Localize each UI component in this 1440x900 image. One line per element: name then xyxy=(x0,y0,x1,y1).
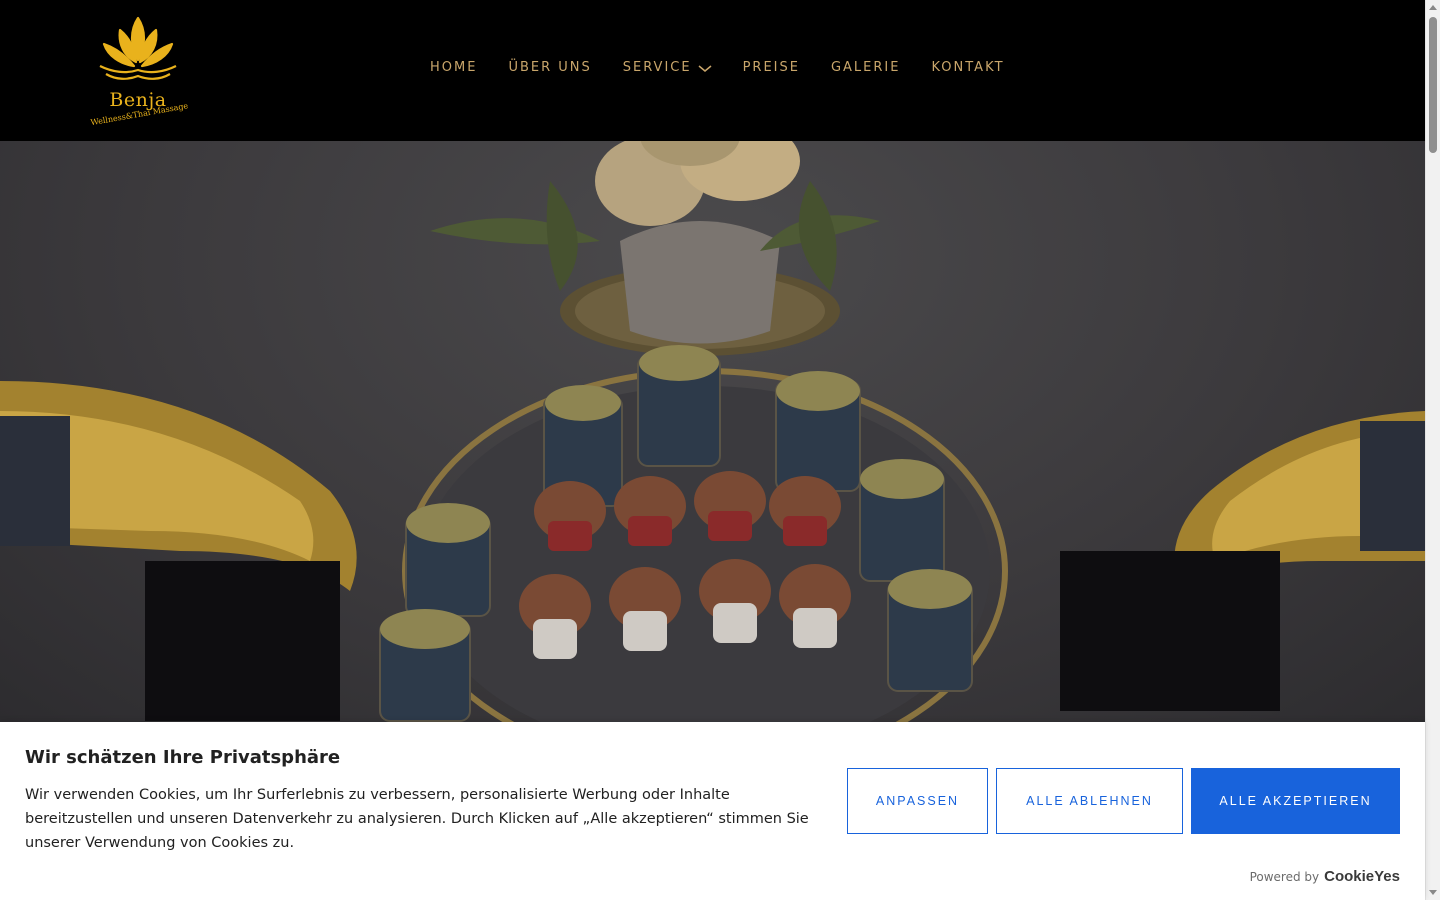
nav-galerie[interactable]: GALERIE xyxy=(831,60,901,75)
spa-arrangement-photo xyxy=(0,141,1425,722)
main-nav: HOME ÜBER UNS SERVICE PREISE GALERIE KON… xyxy=(430,60,1005,75)
powered-by: Powered by CookieYes xyxy=(1250,868,1400,885)
page-scrollbar[interactable] xyxy=(1425,0,1440,900)
cookie-title: Wir schätzen Ihre Privatsphäre xyxy=(25,747,341,768)
customize-button[interactable]: ANPASSEN xyxy=(847,768,988,834)
cookie-consent-banner: Wir schätzen Ihre Privatsphäre Wir verwe… xyxy=(0,722,1425,900)
chevron-down-icon xyxy=(698,64,712,72)
site-header: Benja Wellness&Thai Massage HOME ÜBER UN… xyxy=(0,0,1425,141)
scroll-thumb[interactable] xyxy=(1429,17,1437,153)
nav-label: ÜBER UNS xyxy=(508,60,592,75)
nav-label: HOME xyxy=(430,60,478,75)
nav-label: SERVICE xyxy=(622,60,692,75)
site-logo[interactable]: Benja Wellness&Thai Massage xyxy=(90,16,189,127)
nav-home[interactable]: HOME xyxy=(430,60,477,75)
nav-label: PREISE xyxy=(742,60,800,75)
nav-preise[interactable]: PREISE xyxy=(743,60,800,75)
nav-label: KONTAKT xyxy=(931,60,1005,75)
nav-service[interactable]: SERVICE xyxy=(623,60,712,75)
reject-all-button[interactable]: ALLE ABLEHNEN xyxy=(996,768,1183,834)
nav-kontakt[interactable]: KONTAKT xyxy=(931,60,1004,75)
scroll-down-arrow-icon[interactable] xyxy=(1429,890,1437,895)
accept-all-button[interactable]: ALLE AKZEPTIEREN xyxy=(1191,768,1400,834)
cookieyes-logo[interactable]: CookieYes xyxy=(1324,868,1400,885)
nav-ueber-uns[interactable]: ÜBER UNS xyxy=(508,60,591,75)
powered-by-label: Powered by xyxy=(1249,870,1320,884)
hero-image xyxy=(0,141,1425,722)
scroll-up-arrow-icon[interactable] xyxy=(1429,5,1437,10)
nav-label: GALERIE xyxy=(830,60,901,75)
cookie-description: Wir verwenden Cookies, um Ihr Surferlebn… xyxy=(25,787,809,851)
lotus-icon xyxy=(99,16,177,80)
